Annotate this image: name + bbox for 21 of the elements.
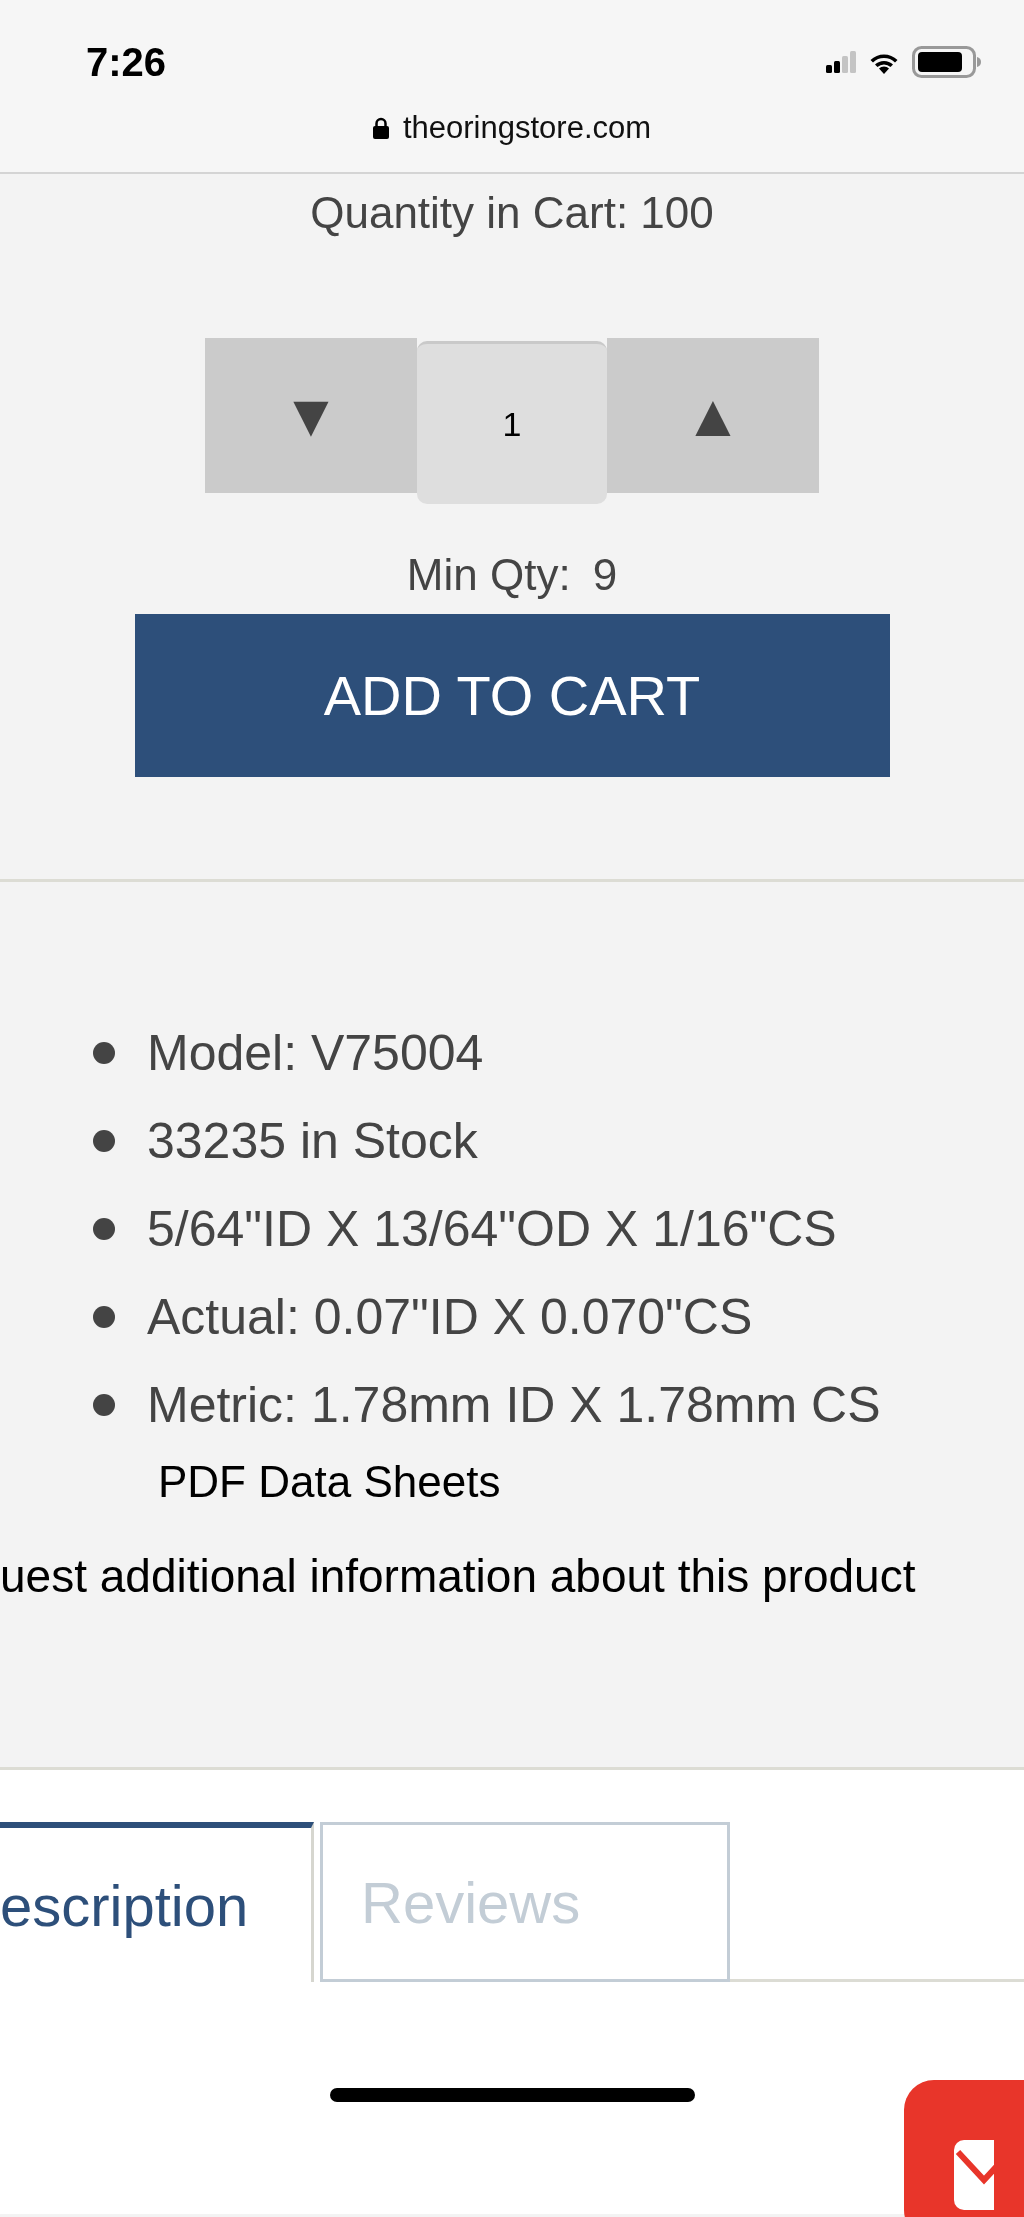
signal-icon [826,51,856,73]
add-to-cart-button[interactable]: ADD TO CART [134,614,890,777]
spec-item: Actual: 0.07"ID X 0.070"CS [93,1286,1024,1347]
tab[interactable]: escription [0,1822,314,1982]
url-text[interactable]: theoringstore.com [402,110,652,146]
request-info-link[interactable]: uest additional information about this product [0,1549,1024,1603]
spec-item: 33235 in Stock [93,1110,1024,1171]
min-qty-label: Min Qty: [406,550,571,600]
pdf-data-sheets-link[interactable]: PDF Data Sheets [158,1457,1024,1507]
battery-icon [912,46,982,78]
decrease-button[interactable]: ▼ [205,338,417,493]
spec-item: Metric: 1.78mm ID X 1.78mm CS [93,1374,1024,1435]
spec-item: 5/64"ID X 13/64"OD X 1/16"CS [93,1198,1024,1259]
envelope-icon [954,2140,994,2210]
min-qty-value: 9 [592,550,618,600]
increase-button[interactable]: ▲ [607,338,819,493]
status-time: 7:26 [86,39,167,85]
quantity-input-field[interactable]: 1 [417,341,607,504]
quantity-in-cart-text: Quantity in Cart: 100 [310,188,714,238]
spec-item: Model: V75004 [93,1022,1024,1083]
lock-icon [372,117,389,139]
